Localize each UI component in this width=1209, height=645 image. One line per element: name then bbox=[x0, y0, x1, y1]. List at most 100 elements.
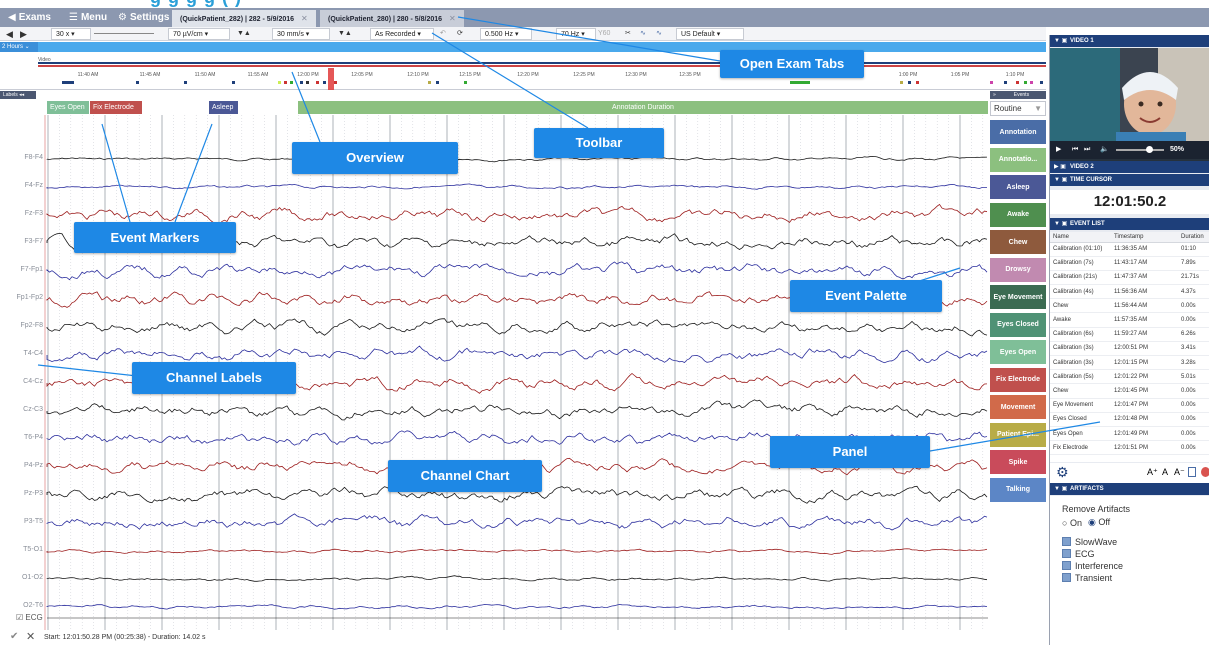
volume-icon[interactable]: 🔈 bbox=[1100, 141, 1109, 159]
overview-range[interactable]: 2 Hours ⌄ bbox=[0, 42, 38, 52]
table-row[interactable]: Calibration (4s) 11:56:36 AM 4.37s bbox=[1050, 287, 1209, 300]
copy-icon[interactable] bbox=[1188, 467, 1196, 477]
table-row[interactable]: Calibration (7s) 11:43:17 AM 7.89s bbox=[1050, 258, 1209, 271]
time-cursor-header[interactable]: ▼ ▣ TIME CURSOR bbox=[1050, 174, 1209, 186]
table-row[interactable]: Awake 11:57:35 AM 0.00s bbox=[1050, 315, 1209, 328]
event-marker-annotation-duration[interactable]: Annotation Duration bbox=[298, 101, 988, 114]
table-row[interactable]: Eyes Closed 12:01:48 PM 0.00s bbox=[1050, 414, 1209, 428]
channel-label[interactable]: C4-Cz bbox=[0, 378, 45, 385]
artifact-transient-checkbox[interactable]: Transient bbox=[1062, 572, 1112, 583]
overview-event-mark[interactable] bbox=[900, 81, 903, 84]
palette-button-chew[interactable]: Chew bbox=[990, 230, 1046, 254]
exams-button[interactable]: ◀ Exams bbox=[8, 8, 51, 27]
waveform-icon[interactable]: ∿ bbox=[640, 28, 646, 40]
channel-label[interactable]: T4-C4 bbox=[0, 350, 45, 357]
event-marker-fix-electrode[interactable]: Fix Electrode bbox=[90, 101, 142, 114]
overview-event-mark[interactable] bbox=[306, 81, 309, 84]
sensitivity-select[interactable]: 70 µV/cm ▾ bbox=[168, 28, 230, 40]
overview-cursor[interactable] bbox=[328, 68, 334, 90]
palette-button-eyes-open[interactable]: Eyes Open bbox=[990, 340, 1046, 364]
table-row[interactable]: Calibration (01:10) 11:36:35 AM 01:10 bbox=[1050, 244, 1209, 257]
notch-filter-label[interactable]: Y60 bbox=[598, 28, 610, 40]
low-filter-select[interactable]: 0.500 Hz ▾ bbox=[480, 28, 532, 40]
overview-event-mark[interactable] bbox=[990, 81, 993, 84]
video2-header[interactable]: ▶ ▣ VIDEO 2 bbox=[1050, 161, 1209, 173]
palette-button-annotatio[interactable]: Annotatio... bbox=[990, 147, 1046, 172]
table-row[interactable]: Calibration (21s) 11:47:37 AM 21.71s bbox=[1050, 272, 1209, 286]
close-icon[interactable]: ✕ bbox=[301, 14, 308, 23]
channel-label[interactable]: T6-P4 bbox=[0, 434, 45, 441]
palette-button-drowsy[interactable]: Drowsy bbox=[990, 257, 1046, 282]
settings-button[interactable]: ⚙ Settings bbox=[118, 8, 169, 27]
play-icon[interactable]: ▶ bbox=[1056, 141, 1061, 159]
overview-event-mark[interactable] bbox=[1030, 81, 1033, 84]
artifact-slowwave-checkbox[interactable]: SlowWave bbox=[1062, 536, 1117, 547]
high-filter-select[interactable]: 70 Hz ▾ bbox=[556, 28, 596, 40]
video1-header[interactable]: ▼ ▣ VIDEO 1 bbox=[1050, 35, 1209, 47]
artifact-ecg-checkbox[interactable]: ECG bbox=[1062, 548, 1095, 559]
speed-slider[interactable] bbox=[94, 33, 154, 34]
tab-exam-282[interactable]: (QuickPatient_282) | 282 - 5/9/2016 ✕ bbox=[172, 10, 316, 27]
overview-timeline[interactable]: 2 Hours ⌄ Video 11:40 AM 11:45 AM 11:50 AM 1… bbox=[0, 42, 1046, 90]
overview-event-mark[interactable] bbox=[1004, 81, 1007, 84]
off-radio[interactable]: ◉ Off bbox=[1088, 517, 1110, 528]
overview-event-mark[interactable] bbox=[1016, 81, 1019, 84]
on-radio[interactable]: ○ On bbox=[1062, 518, 1082, 528]
overview-track[interactable] bbox=[38, 42, 1046, 52]
overview-event-mark[interactable] bbox=[1040, 81, 1043, 84]
font-reset-button[interactable]: A bbox=[1162, 467, 1168, 477]
overview-event-mark[interactable] bbox=[908, 81, 911, 84]
next-page-icon[interactable]: ▶ bbox=[20, 28, 27, 40]
palette-button-eyes-closed[interactable]: Eyes Closed bbox=[990, 312, 1046, 337]
timebase-select[interactable]: 30 mm/s ▾ bbox=[272, 28, 330, 40]
channel-label[interactable]: T5-O1 bbox=[0, 546, 45, 553]
event-list-header[interactable]: ▼ ▣ EVENT LIST bbox=[1050, 218, 1209, 230]
palette-button-annotation[interactable]: Annotation bbox=[990, 120, 1046, 144]
overview-event-mark[interactable] bbox=[232, 81, 235, 84]
table-row[interactable]: Eyes Open 12:01:49 PM 0.00s bbox=[1050, 429, 1209, 442]
palette-button-talking[interactable]: Talking bbox=[990, 477, 1046, 502]
check-icon[interactable]: ✔ bbox=[10, 631, 18, 642]
overview-event-mark[interactable] bbox=[290, 81, 293, 84]
sensitivity-updown-icon[interactable]: ▼▲ bbox=[237, 28, 251, 40]
table-row[interactable]: Calibration (3s) 12:00:51 PM 3.41s bbox=[1050, 343, 1209, 357]
table-row[interactable]: Chew 11:56:44 AM 0.00s bbox=[1050, 301, 1209, 314]
overview-event-mark[interactable] bbox=[278, 81, 281, 84]
gear-icon[interactable]: ⚙ bbox=[1056, 464, 1069, 481]
page-speed-select[interactable]: 30 x ▾ bbox=[51, 28, 91, 40]
channel-label[interactable]: F7-Fp1 bbox=[0, 266, 45, 273]
delete-icon[interactable] bbox=[1201, 467, 1209, 477]
artifacts-header[interactable]: ▼ ▣ ARTIFACTS bbox=[1050, 483, 1209, 495]
event-set-select[interactable]: Routine ▼ bbox=[990, 101, 1046, 116]
overview-event-mark[interactable] bbox=[300, 81, 303, 84]
channel-label[interactable]: F3-F7 bbox=[0, 238, 45, 245]
overview-event-mark[interactable] bbox=[1024, 81, 1027, 84]
skip-forward-icon[interactable]: ⏭ bbox=[1084, 141, 1090, 159]
palette-button-asleep[interactable]: Asleep bbox=[990, 175, 1046, 199]
overview-event-mark[interactable] bbox=[436, 81, 439, 84]
palette-button-awake[interactable]: Awake bbox=[990, 202, 1046, 227]
channel-label[interactable]: Fp1-Fp2 bbox=[0, 294, 45, 301]
palette-button-eye-movement[interactable]: Eye Movement bbox=[990, 285, 1046, 309]
volume-slider[interactable] bbox=[1116, 149, 1164, 151]
labels-toggle-button[interactable]: Labels ◂◂ bbox=[0, 91, 36, 99]
table-row[interactable]: Eye Movement 12:01:47 PM 0.00s bbox=[1050, 400, 1209, 413]
close-icon[interactable]: ✕ bbox=[26, 630, 35, 643]
table-row[interactable]: Calibration (6s) 11:59:27 AM 6.26s bbox=[1050, 329, 1209, 342]
table-row[interactable]: Calibration (5s) 12:01:22 PM 5.01s bbox=[1050, 372, 1209, 385]
events-header[interactable]: » Events bbox=[990, 91, 1046, 99]
channel-label[interactable]: O2-T6 bbox=[0, 602, 45, 609]
overview-event-mark[interactable] bbox=[790, 81, 810, 84]
palette-button-patient-epi[interactable]: Patient Epi... bbox=[990, 422, 1046, 447]
channel-label[interactable]: P3-T5 bbox=[0, 518, 45, 525]
table-row[interactable]: Fix Electrode 12:01:51 PM 0.00s bbox=[1050, 443, 1209, 456]
event-marker-asleep[interactable]: Asleep bbox=[209, 101, 238, 114]
skip-back-icon[interactable]: ⏮ bbox=[1072, 141, 1078, 159]
overview-event-mark[interactable] bbox=[62, 81, 74, 84]
overview-event-mark[interactable] bbox=[916, 81, 919, 84]
prev-page-icon[interactable]: ◀ bbox=[6, 28, 13, 40]
table-row[interactable]: Calibration (3s) 12:01:15 PM 3.28s bbox=[1050, 358, 1209, 371]
channel-label[interactable]: Fp2-F8 bbox=[0, 322, 45, 329]
overview-event-mark[interactable] bbox=[464, 81, 467, 84]
channel-label[interactable]: Fz-F3 bbox=[0, 210, 45, 217]
